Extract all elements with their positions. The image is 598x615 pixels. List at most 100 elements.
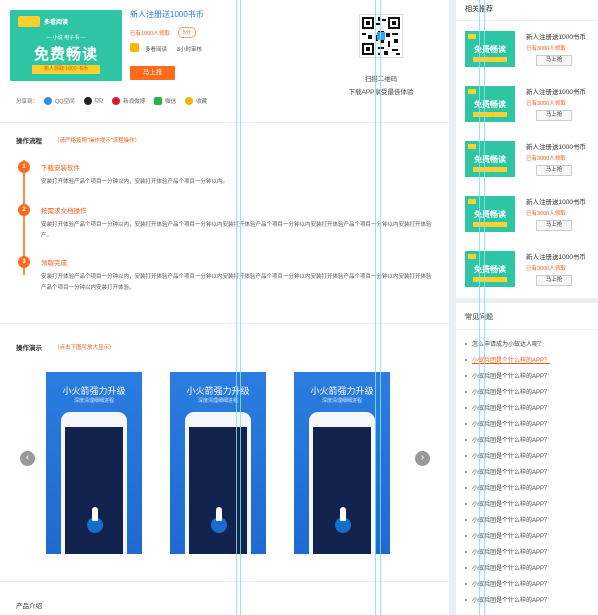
demo-title: 操作演示: [16, 345, 42, 352]
product-thumbnail[interactable]: 多看阅读 — 小说 电子书 — 免费畅读 新人领取 1000 书币: [10, 10, 122, 81]
bullet-icon: [465, 567, 467, 570]
related-grab-button[interactable]: 马上抢: [536, 165, 572, 176]
faq-item[interactable]: 小蚁兵团是个什么样的APP？: [465, 467, 550, 476]
related-item-claimed: 已有3000人领取: [526, 101, 566, 107]
faq-item-label[interactable]: 怎么申请成为小蚁达人呢？: [472, 342, 544, 348]
bullet-icon: [465, 535, 467, 538]
step-description: 安装打开体验产品个项目一分钟以内，安装打开体验产品个项目一分钟以内安装打开体验产…: [41, 274, 432, 291]
product-title[interactable]: 新人注册送1000书币: [130, 9, 204, 20]
faq-item[interactable]: 小蚁兵团是个什么样的APP？: [465, 371, 550, 380]
related-item-claimed: 已有3000人领取: [526, 156, 566, 162]
phone-screen: [313, 427, 371, 554]
intro-title: 产品介绍: [16, 603, 42, 610]
weibo-icon: [112, 97, 121, 105]
related-box: 相关推荐 免费畅读 新人注册送1000书币 已有3000人领取 马上抢 免费畅读…: [456, 0, 598, 298]
related-grab-button[interactable]: 马上抢: [536, 55, 572, 66]
guide-line: [240, 0, 241, 615]
banner-tag: 新人领取 1000 书币: [32, 65, 100, 74]
step-number: 1: [18, 161, 30, 173]
bullet-icon: [465, 439, 467, 442]
faq-item[interactable]: 小蚁兵团是个什么样的APP？: [465, 515, 550, 524]
qzone-icon: [44, 97, 53, 105]
related-item-title[interactable]: 新人注册送1000书币: [526, 31, 586, 41]
step-title: 按需求文档操作: [41, 208, 87, 215]
guide-line: [484, 0, 485, 615]
step-description: 安装打开体验产品个项目一分钟以内，安装打开体验产品个项目一分钟以内安装打开体验产…: [41, 222, 432, 239]
step-number: 2: [18, 204, 30, 216]
faq-item[interactable]: 小蚁兵团是个什么样的APP？: [465, 547, 550, 556]
faq-item[interactable]: 小蚁兵团是个什么样的APP？: [465, 387, 550, 396]
bullet-icon: [465, 423, 467, 426]
related-item-title[interactable]: 新人注册送1000书币: [526, 196, 586, 206]
share-qzone[interactable]: QQ空间: [44, 97, 75, 105]
related-item-claimed: 已有3000人领取: [526, 211, 566, 217]
faq-item[interactable]: 小蚁兵团是个什么样的APP？: [465, 435, 550, 444]
faq-item[interactable]: 小蚁兵团是个什么样的APP？: [465, 403, 550, 412]
process-title: 操作流程: [16, 138, 42, 145]
banner-headline: 免费畅读: [33, 46, 98, 63]
faq-item[interactable]: 小蚁兵团是个什么样的APP？: [465, 595, 550, 604]
faq-item[interactable]: 小蚁兵团是个什么样的APP？: [465, 355, 550, 364]
step-title: 领取完成: [41, 260, 67, 267]
rocket-icon: [216, 507, 222, 521]
faq-item[interactable]: 怎么申请成为小蚁达人呢？: [465, 339, 544, 348]
divider: [456, 329, 598, 330]
faq-item[interactable]: 小蚁兵团是个什么样的APP？: [465, 483, 550, 492]
bullet-icon: [465, 375, 467, 378]
demo-screenshot[interactable]: 小火箭强力升级 深度清理细细进程: [46, 372, 142, 554]
qr-download-caption: 下载APP享受最佳体验: [336, 86, 426, 96]
share-wechat[interactable]: 微信: [154, 97, 176, 105]
related-grab-button[interactable]: 马上抢: [536, 220, 572, 231]
publisher-name: 多看阅读: [145, 47, 168, 53]
wechat-icon: [154, 97, 163, 105]
related-thumbnail[interactable]: 免费畅读: [465, 251, 515, 287]
share-bar: 分享到： QQ空间 QQ 新浪微博 微信 收藏: [16, 97, 216, 105]
related-grab-button[interactable]: 马上抢: [536, 275, 572, 286]
share-favorite[interactable]: 收藏: [185, 97, 207, 105]
carousel-next-button[interactable]: ›: [415, 451, 430, 466]
faq-item[interactable]: 小蚁兵团是个什么样的APP？: [465, 499, 550, 508]
related-thumbnail[interactable]: 免费畅读: [465, 141, 515, 177]
grab-button[interactable]: 马上抢: [130, 66, 175, 80]
divider: [0, 323, 449, 324]
rocket-icon: [340, 507, 346, 521]
share-label: 分享到：: [16, 99, 39, 105]
bullet-icon: [465, 391, 467, 394]
share-qq[interactable]: QQ: [83, 97, 103, 105]
bullet-icon: [465, 583, 467, 586]
divider: [456, 20, 598, 21]
step-description: 安装打开体验产品个项目一分钟以内，安装打开体验产品个项目一分钟以内。: [41, 179, 229, 185]
faq-item[interactable]: 小蚁兵团是个什么样的APP？: [465, 563, 550, 572]
qr-code-icon: [359, 14, 403, 58]
related-thumbnail[interactable]: 免费畅读: [465, 196, 515, 232]
related-item-title[interactable]: 新人注册送1000书币: [526, 141, 586, 151]
bullet-icon: [465, 407, 467, 410]
share-weibo[interactable]: 新浪微博: [112, 97, 145, 105]
related-grab-button[interactable]: 马上抢: [536, 110, 572, 121]
bullet-icon: [465, 471, 467, 474]
divider: [0, 581, 449, 582]
claimed-count: 已有1000人领取: [130, 31, 170, 37]
sidebar: 相关推荐 免费畅读 新人注册送1000书币 已有3000人领取 马上抢 免费畅读…: [456, 0, 598, 615]
related-item-title[interactable]: 新人注册送1000书币: [526, 251, 586, 261]
step-title: 下载安装软件: [41, 165, 80, 172]
guide-line: [479, 0, 480, 615]
faq-item[interactable]: 小蚁兵团是个什么样的APP？: [465, 531, 550, 540]
guide-line: [380, 0, 381, 615]
related-item-title[interactable]: 新人注册送1000书币: [526, 86, 586, 96]
related-thumbnail[interactable]: 免费畅读: [465, 86, 515, 122]
qr-caption: 扫描二维码: [364, 76, 398, 83]
banner-subtitle: — 小说 电子书 —: [46, 35, 86, 41]
phone-screen: [189, 427, 247, 554]
guide-line: [236, 0, 237, 615]
bullet-icon: [465, 455, 467, 458]
faq-item[interactable]: 小蚁兵团是个什么样的APP？: [465, 419, 550, 428]
faq-item[interactable]: 小蚁兵团是个什么样的APP？: [465, 579, 550, 588]
demo-screenshot[interactable]: 小火箭强力升级 深度清理细细进程: [170, 372, 266, 554]
carousel-prev-button[interactable]: ‹: [20, 451, 35, 466]
bullet-icon: [465, 503, 467, 506]
divider: [0, 122, 449, 123]
demo-note: （点击下图可放大显示）: [54, 345, 115, 351]
related-thumbnail[interactable]: 免费畅读: [465, 31, 515, 67]
faq-item[interactable]: 小蚁兵团是个什么样的APP？: [465, 451, 550, 460]
